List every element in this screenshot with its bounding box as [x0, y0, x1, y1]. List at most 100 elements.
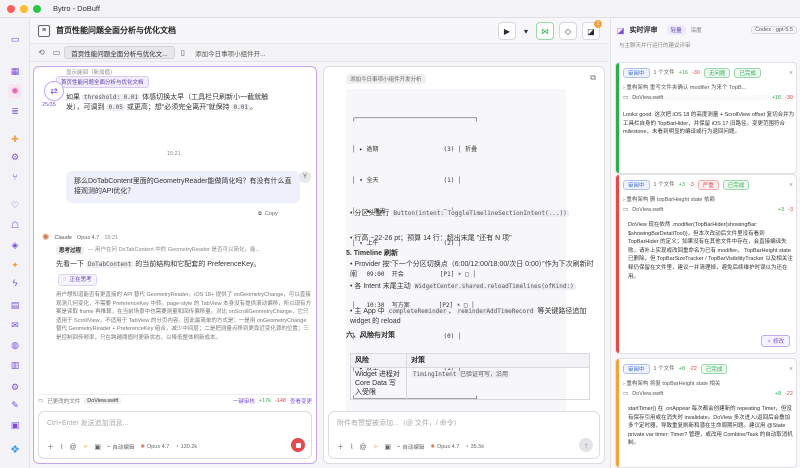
branch-icon[interactable]: ⑂ [8, 170, 22, 184]
close-window-button[interactable] [7, 4, 15, 13]
message-input[interactable]: 附件有赞望被添加...（@ 文件，/ 命令） [337, 418, 461, 428]
tools-icon[interactable]: ✎ [8, 398, 22, 412]
run-button[interactable]: ▶ [498, 22, 516, 40]
heart-icon[interactable]: ♡ [8, 198, 22, 212]
app-window: Bytro - DoBuff ▭ ▦ ✺ ≣ ✚ ⚙ ⑂ ♡ ☖ ◈ ✦ ϟ ▤… [0, 0, 800, 468]
state-badge: 已完成 [722, 180, 750, 190]
mode-selector[interactable]: ⌁ 自动编辑 [397, 443, 424, 451]
reviewer-model-select[interactable]: Codex · gpt-5.5 [751, 26, 797, 34]
review-file-row[interactable]: ▭ DoView.swift +16 -30 [623, 95, 793, 101]
attach-icon[interactable]: ⌇ [60, 443, 63, 451]
model-selector[interactable]: ✺ Opus 4.7 [430, 444, 459, 450]
file-icon: ▭ [623, 207, 629, 213]
mention-icon[interactable]: @ [359, 444, 366, 451]
run-menu-button[interactable]: ▾ [521, 22, 531, 40]
sparkle-icon[interactable]: ✺ [8, 84, 22, 98]
stop-icon [295, 442, 301, 448]
plus-icon[interactable]: ＋ [47, 442, 54, 452]
terminal-icon[interactable]: ▤ [8, 298, 22, 312]
app-title: Bytro - DoBuff [53, 4, 100, 13]
tab-deep[interactable]: 深度 [691, 26, 702, 34]
history-icon[interactable]: ⟲ [38, 48, 45, 57]
review-all-button[interactable]: 一键审核 [233, 397, 255, 405]
folder-icon[interactable]: ▭ [8, 32, 22, 46]
review-desc[interactable]: › 重构架构 将复 topBarHeight state 相关 [623, 379, 793, 387]
view-changes-button[interactable]: 查看变更 [290, 397, 312, 405]
list-icon[interactable]: ≣ [8, 104, 22, 118]
copy-icon[interactable]: ⧉ [590, 73, 596, 83]
image-icon[interactable]: ▣ [94, 443, 101, 451]
close-icon[interactable]: × [789, 70, 793, 77]
bolt-icon[interactable]: ϟ [8, 276, 22, 290]
send-button[interactable]: ↑ [579, 438, 593, 452]
tag-button[interactable]: ◇ [559, 22, 577, 40]
book-icon[interactable]: ▥ [8, 358, 22, 372]
title-bar: Bytro - DoBuff [0, 0, 800, 18]
fix-button[interactable]: ✧ 修改 [760, 335, 790, 347]
review-file-row[interactable]: ▭ DoView.swift +3 -3 [623, 207, 793, 213]
table-cell: Widget 进程对 Core Data 写入受限 [350, 367, 407, 400]
zoom-window-button[interactable] [33, 4, 41, 13]
section-heading: 六、风险与对策 [346, 332, 395, 339]
section-heading: 5. Timeline 刷新 [346, 250, 398, 257]
bulb-icon[interactable]: ✦ [8, 258, 22, 272]
model-selector[interactable]: ✺ Opus 4.7 [140, 444, 169, 450]
bullet-item: • 行高 ~22-26 pt；预算 14 行：超出末尾 "还有 N 项" [350, 235, 512, 242]
puzzle-icon[interactable]: ✚ [8, 132, 22, 146]
left-chat-pane: 显示能回（新加值） 首页性能问题全面分析与优化文档 ⇄ 25/35 如果 thr… [33, 66, 317, 464]
search-chip: ◌ 正在思考 [58, 274, 97, 286]
avatar: Y [299, 171, 311, 183]
image-icon[interactable]: ▣ [384, 443, 391, 451]
share-icon[interactable]: ⇄ [44, 81, 64, 101]
magic-icon[interactable]: ✧ [373, 443, 379, 451]
close-icon[interactable]: × [789, 182, 793, 189]
mode-selector[interactable]: ⌁ 自动编辑 [107, 443, 134, 451]
minimize-window-button[interactable] [20, 4, 28, 13]
mail-icon[interactable]: ✉ [8, 318, 22, 332]
mention-icon[interactable]: @ [69, 444, 76, 451]
review-body: Looks good. 这次把 iOS 18 的高度测量 + ScrollVie… [623, 112, 795, 136]
review-card: 审阅中 1 个文件 +8 -22 已完成 × › 重构架构 将复 topBarH… [615, 358, 797, 468]
tab-widget-doc[interactable]: 添加今日事项小组件开... [189, 46, 271, 59]
copy-button[interactable]: ⧉ Copy [258, 210, 278, 218]
plus-icon[interactable]: ＋ [337, 442, 344, 452]
claude-icon: ✺ [140, 444, 145, 450]
left-composer: Ctrl+Enter 发送追加消息... ＋ ⌇ @ ✧ ▣ ⌁ 自动编辑 ✺ Op… [38, 411, 312, 459]
settings-icon[interactable]: ⚙ [8, 380, 22, 394]
magic-icon[interactable]: ✧ [83, 443, 89, 451]
sidebar-toggle-icon[interactable]: ▯ [181, 48, 185, 57]
changed-file-link[interactable]: DoView.swift [84, 398, 122, 404]
tab-light[interactable]: 轻量 [666, 25, 686, 35]
review-desc[interactable]: › 重构架构 删 topBarHeight state 依赖 [623, 195, 793, 203]
review-body: startTimer() 在 .onAppear 每次都会创建新的 repeat… [628, 406, 793, 447]
globe-icon[interactable]: ◍ [8, 338, 22, 352]
message-input[interactable]: Ctrl+Enter 发送追加消息... [47, 418, 128, 428]
left-rail: ▭ ▦ ✺ ≣ ✚ ⚙ ⑂ ♡ ☖ ◈ ✦ ϟ ▤ ✉ ◍ ▥ ⚙ ✎ ▣ ❖ [0, 18, 30, 468]
stop-button[interactable] [291, 438, 305, 452]
attach-icon[interactable]: ⌇ [350, 443, 353, 451]
thinking-chip: 思考过程 [56, 245, 85, 255]
close-icon[interactable]: × [789, 366, 793, 373]
tree-line: ┌─────────────────────────────────┐ [352, 114, 479, 122]
layout-icon[interactable]: ▭ [53, 48, 61, 57]
bell-icon[interactable]: ☖ [8, 218, 22, 232]
answer-lead: 先看一下 DoTabContent 的当前结构和它配套的 PreferenceK… [56, 261, 261, 268]
review-card: 审阅中 1 个文件 +3 -3 严重 已完成 × › 重构架构 删 topBar… [615, 174, 797, 354]
cube-icon[interactable]: ▣ [8, 418, 22, 432]
document-icon: ≡ [38, 24, 50, 37]
token-usage: ◔ 35.5k [465, 444, 485, 450]
gear-icon[interactable]: ⚙ [8, 150, 22, 164]
grid-icon[interactable]: ▦ [8, 64, 22, 78]
thread-label-chip[interactable]: 首页性能问题全面分析与优化文档 [56, 76, 149, 88]
right-composer: 附件有赞望被添加...（@ 文件，/ 命令） ＋ ⌇ @ ✧ ▣ ⌁ 自动编辑 ✺… [328, 411, 600, 459]
tab-label: 添加今日事项小组件开... [195, 50, 266, 58]
review-file-row[interactable]: ▭ DoView.swift +8 -22 [623, 391, 793, 397]
review-card: 审阅中 1 个文件 +16 -30 无问题 已完成 × › 重构架构 重写文件夹… [615, 62, 797, 174]
thinking-row[interactable]: 思考过程 — 用户在问 DoTabContent 中的 GeometryRead… [56, 245, 312, 255]
review-desc[interactable]: › 重构架构 重写文件夹确认 modifier 为来个 TopB... [623, 83, 793, 91]
review-toggle-button[interactable]: ◪ 1 [582, 20, 602, 40]
tab-perf-doc[interactable]: 首页性能问题全面分析与优化文... [64, 46, 175, 59]
bullet-item: • 主 App 中 completeReminder、 reminderAddTi… [350, 308, 587, 325]
split-view-button[interactable]: ⋈ [536, 22, 554, 40]
layers-icon[interactable]: ◈ [8, 238, 22, 252]
